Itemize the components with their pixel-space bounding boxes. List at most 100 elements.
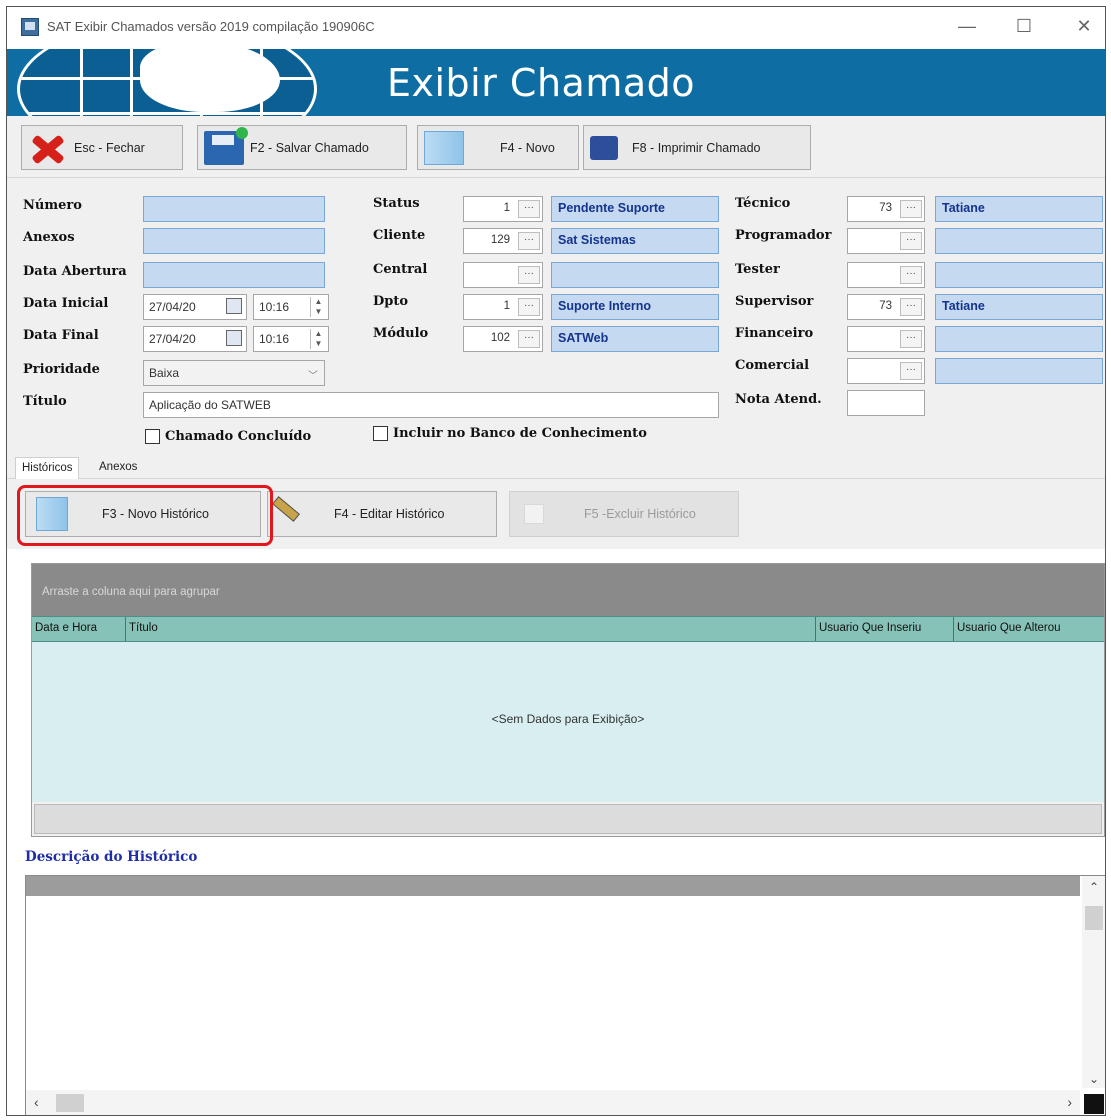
- data-inicial-time-value: 10:16: [259, 300, 290, 314]
- print-button[interactable]: F8 - Imprimir Chamado: [583, 125, 811, 170]
- lookup-button[interactable]: ···: [900, 200, 922, 218]
- central-code-field[interactable]: ···: [463, 262, 543, 288]
- modulo-label: Módulo: [373, 326, 429, 341]
- titulo-label: Título: [23, 394, 67, 409]
- lookup-button[interactable]: ···: [518, 298, 540, 316]
- lookup-button[interactable]: ···: [518, 232, 540, 250]
- chamado-concluido-checkbox[interactable]: Chamado Concluído: [145, 429, 311, 444]
- data-abertura-field[interactable]: [143, 262, 325, 288]
- cliente-code: 129: [490, 234, 510, 246]
- vertical-scrollbar[interactable]: ⌃ ⌄: [1082, 876, 1105, 1088]
- globe-logo-icon: [17, 49, 317, 116]
- close-button-label: Esc - Fechar: [74, 140, 145, 155]
- delete-history-button[interactable]: F5 -Excluir Histórico: [509, 491, 739, 537]
- lookup-button[interactable]: ···: [900, 330, 922, 348]
- supervisor-code-field[interactable]: 73 ···: [847, 294, 925, 320]
- new-button[interactable]: F4 - Novo: [417, 125, 579, 170]
- supervisor-code: 73: [879, 300, 892, 312]
- dpto-code-field[interactable]: 1 ···: [463, 294, 543, 320]
- size-grip: [1084, 1094, 1104, 1114]
- grid-footer: [34, 804, 1102, 834]
- group-by-panel[interactable]: Arraste a coluna aqui para agrupar: [32, 564, 1104, 616]
- cliente-value-field: Sat Sistemas: [551, 228, 719, 254]
- lookup-button[interactable]: ···: [518, 266, 540, 284]
- modulo-value-field: SATWeb: [551, 326, 719, 352]
- edit-pen-icon: [278, 499, 308, 529]
- group-hint-text: Arraste a coluna aqui para agrupar: [42, 586, 220, 598]
- close-button[interactable]: Esc - Fechar: [21, 125, 183, 170]
- banner-title: Exibir Chamado: [387, 61, 696, 105]
- scroll-up-icon[interactable]: ⌃: [1082, 880, 1105, 894]
- lookup-button[interactable]: ···: [518, 330, 540, 348]
- grid-header: Data e Hora Título Usuario Que Inseriu U…: [32, 616, 1104, 642]
- tecnico-value-field: Tatiane: [935, 196, 1103, 222]
- scroll-thumb[interactable]: [56, 1094, 84, 1112]
- status-value-field: Pendente Suporte: [551, 196, 719, 222]
- scroll-right-icon[interactable]: ›: [1067, 1094, 1072, 1110]
- data-final-time-value: 10:16: [259, 332, 290, 346]
- tester-code-field[interactable]: ···: [847, 262, 925, 288]
- description-editor[interactable]: ⌃ ⌄ ‹ ›: [25, 875, 1105, 1115]
- scroll-down-icon[interactable]: ⌄: [1082, 1072, 1105, 1086]
- comercial-code-field[interactable]: ···: [847, 358, 925, 384]
- dpto-label: Dpto: [373, 294, 409, 309]
- lookup-button[interactable]: ···: [900, 362, 922, 380]
- new-document-icon: [424, 130, 464, 165]
- tecnico-code: 73: [879, 202, 892, 214]
- titulo-value: Aplicação do SATWEB: [149, 398, 271, 412]
- central-label: Central: [373, 262, 428, 277]
- financeiro-code-field[interactable]: ···: [847, 326, 925, 352]
- nota-atend-input[interactable]: [847, 390, 925, 416]
- empty-grid-message: <Sem Dados para Exibição>: [491, 712, 645, 726]
- save-disk-icon: [204, 126, 248, 165]
- supervisor-value-field: Tatiane: [935, 294, 1103, 320]
- scroll-thumb[interactable]: [1085, 906, 1103, 930]
- app-icon: [21, 18, 39, 36]
- banco-conhecimento-checkbox[interactable]: Incluir no Banco de Conhecimento: [373, 426, 647, 441]
- col-header-data-hora[interactable]: Data e Hora: [32, 617, 126, 641]
- lookup-button[interactable]: ···: [900, 232, 922, 250]
- window-title: SAT Exibir Chamados versão 2019 compilaç…: [47, 19, 375, 34]
- scroll-left-icon[interactable]: ‹: [34, 1094, 39, 1110]
- minimize-button[interactable]: —: [952, 15, 982, 39]
- tab-strip: Históricos Anexos: [7, 453, 1105, 479]
- col-header-usuario-alterou[interactable]: Usuario Que Alterou: [954, 617, 1104, 641]
- app-window: SAT Exibir Chamados versão 2019 compilaç…: [6, 6, 1106, 1116]
- maximize-button[interactable]: ☐: [1009, 15, 1039, 39]
- close-window-button[interactable]: ✕: [1069, 15, 1099, 39]
- main-toolbar: Esc - Fechar F2 - Salvar Chamado F4 - No…: [7, 116, 1105, 178]
- data-inicial-time-field[interactable]: 10:16 ▲ ▼: [253, 294, 329, 320]
- tab-anexos[interactable]: Anexos: [93, 457, 143, 479]
- data-final-date-field[interactable]: 27/04/20: [143, 326, 247, 352]
- edit-history-button[interactable]: F4 - Editar Histórico: [267, 491, 497, 537]
- col-header-titulo[interactable]: Título: [126, 617, 816, 641]
- prioridade-select[interactable]: Baixa ﹀: [143, 360, 325, 386]
- prioridade-label: Prioridade: [23, 362, 100, 377]
- anexos-field[interactable]: [143, 228, 325, 254]
- data-inicial-date-field[interactable]: 27/04/20: [143, 294, 247, 320]
- programador-code-field[interactable]: ···: [847, 228, 925, 254]
- lookup-button[interactable]: ···: [900, 266, 922, 284]
- data-final-time-field[interactable]: 10:16 ▲ ▼: [253, 326, 329, 352]
- calendar-icon[interactable]: [226, 330, 242, 346]
- status-code-field[interactable]: 1 ···: [463, 196, 543, 222]
- cliente-label: Cliente: [373, 228, 426, 243]
- data-final-label: Data Final: [23, 328, 99, 343]
- col-header-usuario-inseriu[interactable]: Usuario Que Inseriu: [816, 617, 954, 641]
- horizontal-scrollbar[interactable]: ‹ ›: [26, 1090, 1080, 1115]
- save-button[interactable]: F2 - Salvar Chamado: [197, 125, 407, 170]
- financeiro-value-field: [935, 326, 1103, 352]
- modulo-code-field[interactable]: 102 ···: [463, 326, 543, 352]
- cliente-code-field[interactable]: 129 ···: [463, 228, 543, 254]
- programador-label: Programador: [735, 228, 832, 243]
- lookup-button[interactable]: ···: [518, 200, 540, 218]
- tecnico-code-field[interactable]: 73 ···: [847, 196, 925, 222]
- time-spinner-icon[interactable]: ▲ ▼: [310, 329, 326, 349]
- numero-field[interactable]: [143, 196, 325, 222]
- titulo-input[interactable]: Aplicação do SATWEB: [143, 392, 719, 418]
- tab-historicos[interactable]: Históricos: [15, 457, 80, 479]
- time-spinner-icon[interactable]: ▲ ▼: [310, 297, 326, 317]
- lookup-button[interactable]: ···: [900, 298, 922, 316]
- calendar-icon[interactable]: [226, 298, 242, 314]
- comercial-label: Comercial: [735, 358, 810, 373]
